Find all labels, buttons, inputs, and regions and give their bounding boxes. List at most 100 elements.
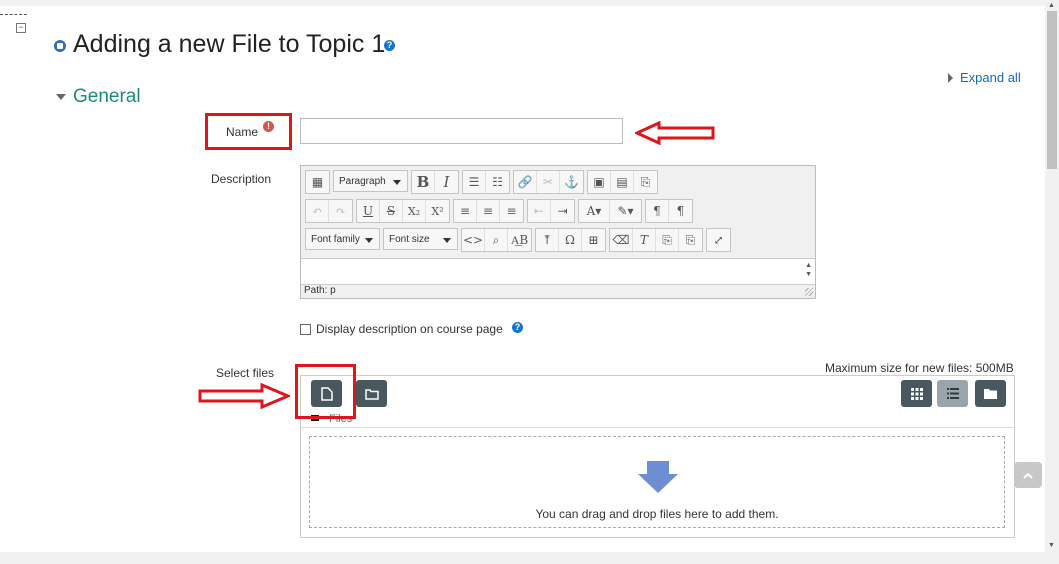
strikethrough-icon[interactable]: S xyxy=(380,200,403,222)
replace-icon[interactable]: A͟B xyxy=(508,229,531,251)
dashed-divider xyxy=(0,14,27,15)
annotation-box-add-file xyxy=(295,364,356,419)
toolbar-group-format: B I xyxy=(411,170,459,194)
manage-files-icon[interactable]: ⎘ xyxy=(634,171,657,193)
caret-right-icon xyxy=(948,73,953,83)
toolbar-group-fullscreen: ⤢ xyxy=(706,228,731,252)
rtl-icon[interactable]: ¶ xyxy=(669,200,692,222)
editor-scroll-arrows-icon[interactable]: ▲ ▼ xyxy=(805,261,812,279)
folder-icon xyxy=(364,388,379,400)
align-center-icon[interactable]: ≡ xyxy=(477,200,500,222)
anchor-icon[interactable]: ⚓ xyxy=(560,171,583,193)
clean-icon[interactable]: ⌫ xyxy=(610,229,633,251)
toolbar-group-text: U S X₂ X² xyxy=(356,199,450,223)
create-folder-button[interactable] xyxy=(356,380,387,407)
paragraph-select[interactable]: Paragraph xyxy=(333,170,408,192)
caret-down-icon[interactable] xyxy=(56,94,66,100)
file-module-icon xyxy=(54,40,66,52)
help-icon[interactable]: ? xyxy=(384,40,395,51)
view-tree-button[interactable] xyxy=(975,380,1006,407)
indent-icon[interactable]: ⇥ xyxy=(551,200,574,222)
select-files-label: Select files xyxy=(216,366,275,380)
display-description-label: Display description on course page xyxy=(316,322,503,336)
redo-icon[interactable]: ↷ xyxy=(329,200,352,222)
grid-icon xyxy=(910,387,923,400)
toggle-toolbar-icon[interactable]: ▦ xyxy=(306,171,329,193)
ltr-icon[interactable]: ¶ xyxy=(646,200,669,222)
unlink-icon[interactable]: ✂ xyxy=(537,171,560,193)
paste-word-icon[interactable]: ⎘ xyxy=(679,229,702,251)
annotation-arrow-right-icon xyxy=(198,383,290,409)
resize-grip-icon[interactable] xyxy=(805,288,813,296)
italic-icon[interactable]: I xyxy=(435,171,458,193)
editor-content-area[interactable]: ▲ ▼ xyxy=(301,258,815,285)
back-to-top-button[interactable] xyxy=(1014,462,1042,488)
arrow-down-icon xyxy=(638,461,678,493)
scroll-down-icon[interactable]: ▼ xyxy=(1048,542,1055,549)
toolbar-group-lists: ☰ ☷ xyxy=(462,170,510,194)
text-color-icon[interactable]: A▾ xyxy=(579,200,610,222)
view-list-button[interactable] xyxy=(937,380,968,407)
media-icon[interactable]: ▤ xyxy=(611,171,634,193)
page-title: Adding a new File to Topic 1 xyxy=(73,30,386,58)
toolbar-group-color: A▾ ✎▾ xyxy=(578,199,642,223)
horizontal-scrollbar[interactable] xyxy=(0,552,1059,564)
description-label: Description xyxy=(211,172,272,186)
folder-icon xyxy=(984,389,997,399)
top-bar xyxy=(0,0,1045,6)
toolbar-group-links: 🔗 ✂ ⚓ xyxy=(513,170,584,194)
name-label: Name xyxy=(226,125,259,139)
max-size-text: Maximum size for new files: 500MB xyxy=(825,361,1014,375)
toolbar-group-tools: <> ⌕ A͟B xyxy=(461,228,532,252)
html-source-icon[interactable]: <> xyxy=(462,229,485,251)
special-char-icon[interactable]: Ω xyxy=(559,229,582,251)
rich-text-editor: ▦ Paragraph B I ☰ ☷ 🔗 ✂ ⚓ ▣ ▤ ⎘ ↶ ↷ U S … xyxy=(300,165,816,299)
expand-all-link[interactable]: Expand all xyxy=(948,70,1021,85)
align-left-icon[interactable]: ≡ xyxy=(454,200,477,222)
subscript-icon[interactable]: X₂ xyxy=(403,200,426,222)
editor-path: Path: p xyxy=(304,285,336,296)
numbered-list-icon[interactable]: ☷ xyxy=(486,171,509,193)
toolbar-group-direction: ¶ ¶ xyxy=(645,199,693,223)
file-picker: Files You can drag and drop files here t… xyxy=(300,375,1015,538)
background-color-icon[interactable]: ✎▾ xyxy=(610,200,641,222)
view-icons-button[interactable] xyxy=(901,380,932,407)
list-icon xyxy=(946,388,959,399)
font-family-select[interactable]: Font family xyxy=(305,228,380,250)
superscript-icon[interactable]: X² xyxy=(426,200,449,222)
table-icon[interactable]: ⊞ xyxy=(582,229,605,251)
fullscreen-icon[interactable]: ⤢ xyxy=(707,229,730,251)
upload-icon[interactable]: ⤒ xyxy=(536,229,559,251)
chevron-up-icon xyxy=(1023,472,1033,479)
file-picker-toolbar: Files xyxy=(301,376,1014,428)
name-input[interactable] xyxy=(300,118,623,144)
outdent-icon[interactable]: ⇤ xyxy=(528,200,551,222)
paste-text-icon[interactable]: ⎘ xyxy=(656,229,679,251)
font-size-select[interactable]: Font size xyxy=(383,228,458,250)
toolbar-group-align: ≡ ≡ ≡ xyxy=(453,199,524,223)
toolbar-group-insert: ⤒ Ω ⊞ xyxy=(535,228,606,252)
page-scrollbar[interactable]: ▲ ▼ xyxy=(1045,0,1059,552)
scroll-thumb[interactable] xyxy=(1047,11,1057,169)
toolbar-group-indent: ⇤ ⇥ xyxy=(527,199,575,223)
align-right-icon[interactable]: ≡ xyxy=(500,200,523,222)
find-icon[interactable]: ⌕ xyxy=(485,229,508,251)
toolbar-group-history: ↶ ↷ xyxy=(305,199,353,223)
bullet-list-icon[interactable]: ☰ xyxy=(463,171,486,193)
section-general-header[interactable]: General xyxy=(73,86,141,108)
help-icon[interactable]: ? xyxy=(512,322,523,333)
clear-format-icon[interactable]: T xyxy=(633,229,656,251)
required-icon: ! xyxy=(263,121,274,132)
annotation-arrow-left-icon xyxy=(635,121,715,145)
scroll-up-icon[interactable]: ▲ xyxy=(1048,2,1055,9)
bold-icon[interactable]: B xyxy=(412,171,435,193)
underline-icon[interactable]: U xyxy=(357,200,380,222)
undo-icon[interactable]: ↶ xyxy=(306,200,329,222)
link-icon[interactable]: 🔗 xyxy=(514,171,537,193)
drop-zone[interactable]: You can drag and drop files here to add … xyxy=(309,436,1005,528)
display-description-checkbox[interactable] xyxy=(300,324,311,335)
toolbar-group-clean: ⌫ T ⎘ ⎘ xyxy=(609,228,703,252)
collapse-block-icon[interactable]: − xyxy=(16,23,26,33)
image-icon[interactable]: ▣ xyxy=(588,171,611,193)
drop-instructions: You can drag and drop files here to add … xyxy=(535,507,779,521)
